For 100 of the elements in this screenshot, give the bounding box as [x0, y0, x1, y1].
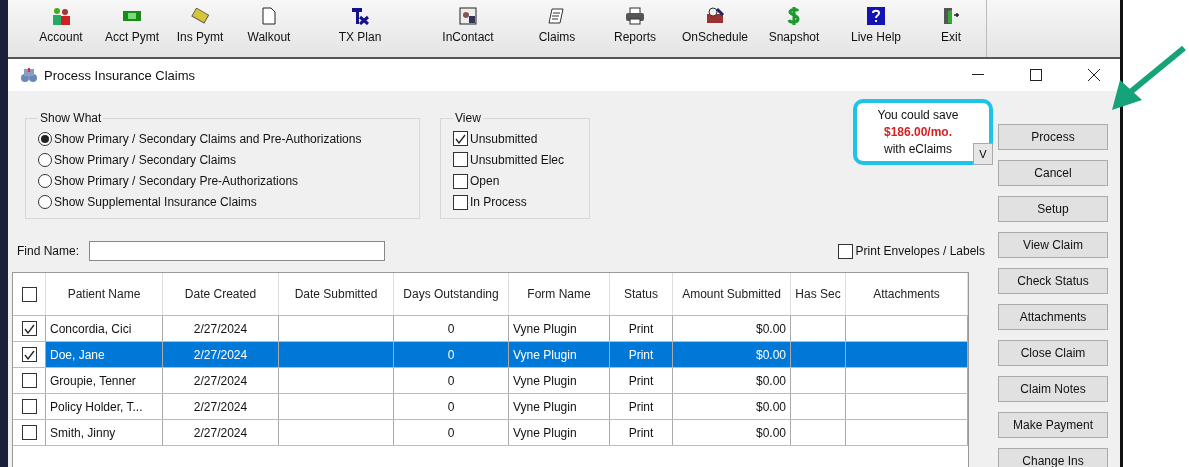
table-cell: Print	[628, 347, 654, 362]
table-row[interactable]: Groupie, Tenner 2/27/2024 0 Vyne Plugin Print $0.00	[13, 368, 968, 394]
radio-button[interactable]	[38, 174, 52, 189]
table-cell: 2/27/2024	[193, 425, 248, 440]
table-cell: Vyne Plugin	[513, 425, 577, 440]
table-cell: 2/27/2024	[193, 373, 248, 388]
action-button[interactable]: Process	[998, 124, 1108, 150]
row-checkbox[interactable]	[21, 373, 37, 388]
table-cell: Vyne Plugin	[513, 347, 577, 362]
binoculars-icon	[20, 67, 38, 83]
find-name-field[interactable]	[89, 241, 386, 261]
toolbar-button[interactable]: InContact	[414, 0, 522, 57]
checkbox[interactable]	[453, 194, 468, 210]
group-label: Show What	[39, 111, 103, 125]
toolbar-icon	[942, 6, 960, 26]
toolbar-button[interactable]: Walkout	[232, 0, 306, 57]
action-button[interactable]: Claim Notes	[998, 376, 1108, 402]
checkbox[interactable]	[453, 131, 468, 147]
select-all-checkbox[interactable]	[21, 286, 37, 302]
table-cell: 0	[447, 399, 455, 414]
table-cell: Print	[628, 373, 654, 388]
action-button[interactable]: Setup	[998, 196, 1108, 222]
row-checkbox[interactable]	[21, 321, 37, 336]
toolbar-icon	[351, 6, 369, 26]
action-button[interactable]: Check Status	[998, 268, 1108, 294]
table-cell: $0.00	[755, 347, 786, 362]
table-cell: $0.00	[755, 373, 786, 388]
table-cell: 2/27/2024	[193, 321, 248, 336]
table-cell: Print	[628, 321, 654, 336]
table-cell: 2/27/2024	[193, 347, 248, 362]
promo-text: You could save	[877, 106, 959, 124]
option-label: Unsubmitted Elec	[470, 152, 565, 167]
toolbar-button[interactable]: Acct Pymt	[96, 0, 168, 57]
checkbox[interactable]	[453, 173, 468, 189]
option-label: Unsubmitted	[470, 131, 538, 146]
row-checkbox[interactable]	[21, 399, 37, 414]
action-button[interactable]: View Claim	[998, 232, 1108, 258]
table-cell: $0.00	[755, 321, 786, 336]
table-cell: Vyne Plugin	[513, 399, 577, 414]
minimize-icon	[972, 74, 984, 76]
option-label: In Process	[470, 195, 527, 210]
action-button[interactable]: Cancel	[998, 160, 1108, 186]
table-row[interactable]: Smith, Jinny 2/27/2024 0 Vyne Plugin Print $0.00	[13, 420, 968, 446]
table-row[interactable]: Policy Holder, T... 2/27/2024 0 Vyne Plugin Print $0.00	[13, 394, 968, 420]
table-cell: Print	[628, 399, 654, 414]
checkbox[interactable]	[837, 243, 853, 259]
option-label: Show Primary / Secondary Claims	[54, 152, 237, 167]
table-cell: 0	[447, 373, 455, 388]
table-cell: Vyne Plugin	[513, 373, 577, 388]
maximize-icon	[1030, 69, 1042, 81]
toolbar-icon	[548, 6, 566, 26]
table-cell: Groupie, Tenner	[50, 373, 136, 388]
table-cell: Doe, Jane	[50, 347, 105, 362]
toolbar-button[interactable]: Claims	[522, 0, 592, 57]
toolbar-icon	[625, 6, 645, 26]
radio-button[interactable]	[38, 195, 52, 210]
action-button[interactable]: Make Payment	[998, 412, 1108, 438]
toolbar-button[interactable]: Live Help	[836, 0, 916, 57]
toolbar-icon	[51, 6, 71, 26]
toolbar-button[interactable]: Exit	[916, 0, 986, 57]
table-cell: Concordia, Cici	[50, 321, 132, 336]
close-icon	[1088, 69, 1100, 81]
table-row[interactable]: Concordia, Cici 2/27/2024 0 Vyne Plugin Print $0.00	[13, 316, 968, 342]
table-cell: 0	[447, 425, 455, 440]
table-cell: 2/27/2024	[193, 399, 248, 414]
row-checkbox[interactable]	[21, 347, 37, 362]
table-cell: Policy Holder, T...	[50, 399, 143, 414]
group-label: View	[454, 111, 482, 125]
radio-button[interactable]	[38, 152, 52, 167]
toolbar-icon	[867, 6, 885, 26]
checkbox[interactable]	[453, 152, 468, 168]
toolbar-button[interactable]: OnSchedule	[678, 0, 752, 57]
radio-button[interactable]	[38, 131, 52, 146]
savings-amount: $186.00/mo.	[883, 123, 952, 141]
toolbar-button[interactable]: TX Plan	[306, 0, 414, 57]
option-label: Print Envelopes / Labels	[855, 244, 985, 258]
toolbar-icon	[787, 6, 801, 26]
find-name-label: Find Name:	[17, 244, 80, 258]
action-button[interactable]: Attachments	[998, 304, 1108, 330]
table-cell: $0.00	[755, 399, 786, 414]
promo-text: with eClaims	[884, 140, 952, 158]
toolbar-icon	[262, 6, 276, 26]
table-row[interactable]: Doe, Jane 2/27/2024 0 Vyne Plugin Print $0.00	[13, 342, 968, 368]
action-button[interactable]: Close Claim	[998, 340, 1108, 366]
toolbar-icon	[459, 6, 477, 26]
option-label: Show Supplemental Insurance Claims	[54, 195, 257, 210]
toolbar-button[interactable]: Account	[26, 0, 96, 57]
row-checkbox[interactable]	[21, 425, 37, 440]
collapse-button[interactable]: V	[973, 143, 993, 165]
toolbar-button[interactable]: Ins Pymt	[168, 0, 232, 57]
option-label: Show Primary / Secondary Claims and Pre-Authorizations	[54, 131, 362, 146]
action-button[interactable]: Change Ins	[998, 448, 1108, 467]
table-cell: Print	[628, 425, 654, 440]
table-cell: 0	[447, 321, 455, 336]
toolbar-icon	[705, 6, 725, 26]
toolbar-button[interactable]: Snapshot	[752, 0, 836, 57]
table-cell: Smith, Jinny	[50, 425, 116, 440]
option-label: Show Primary / Secondary Pre-Authorizations	[54, 174, 299, 189]
toolbar-button[interactable]: Reports	[592, 0, 678, 57]
table-cell: $0.00	[755, 425, 786, 440]
